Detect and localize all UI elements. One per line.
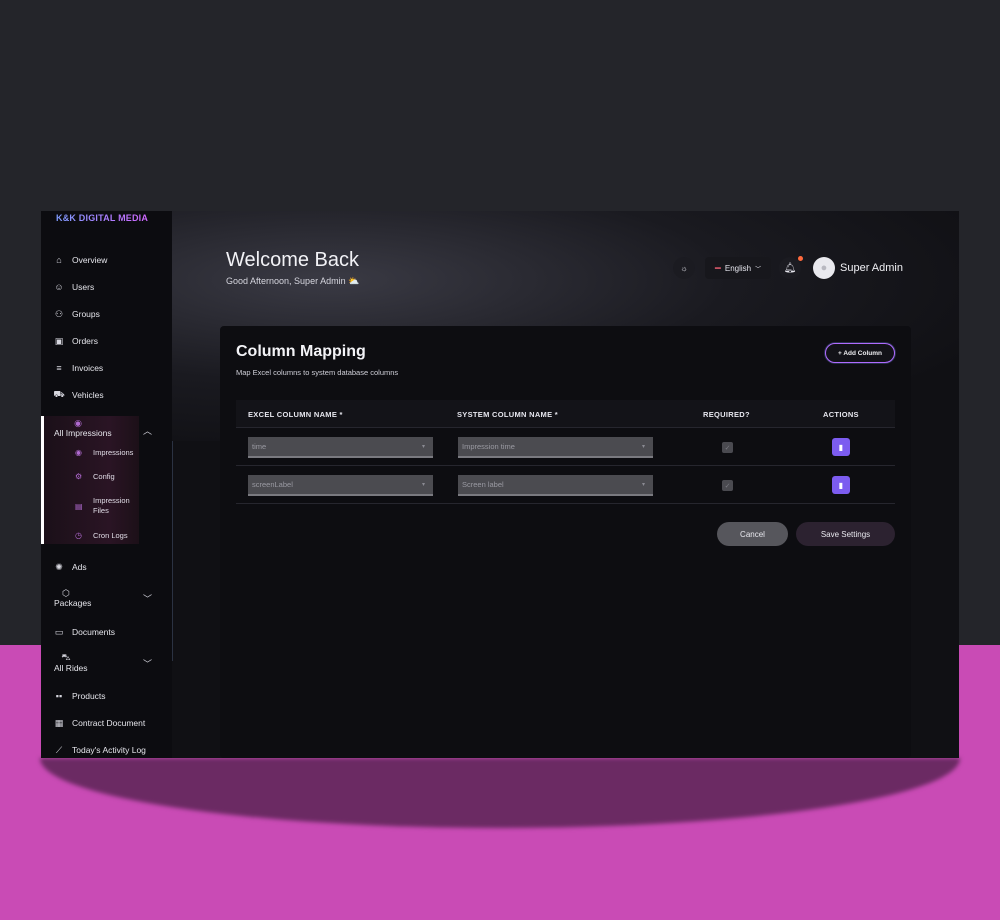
sidebar-item-label: Packages — [54, 598, 92, 608]
sidebar-item-label: Vehicles — [72, 390, 104, 400]
users-icon: ⚇ — [54, 308, 64, 319]
chart-icon: ⟋ — [55, 744, 63, 755]
table-header: EXCEL COLUMN NAME * SYSTEM COLUMN NAME *… — [236, 400, 895, 428]
brand-logo: K&K DIGITAL MEDIA — [56, 213, 149, 223]
sidebar-item-vehicles[interactable]: ⛟ Vehicles — [41, 384, 172, 406]
chevron-down-icon[interactable]: ﹀ — [143, 592, 152, 605]
table-row: time ▾ Impression time ▾ ✓ ▮ — [236, 428, 895, 466]
system-column-select[interactable]: Screen label ▾ — [458, 475, 653, 496]
chevron-down-icon: ▾ — [641, 482, 645, 488]
excel-column-select[interactable]: screenLabel ▾ — [248, 475, 433, 496]
user-name[interactable]: Super Admin — [840, 262, 903, 274]
clipboard-icon: ▣ — [54, 335, 64, 346]
sidebar-item-label: Groups — [72, 309, 100, 319]
avatar[interactable]: ● — [813, 257, 835, 279]
sidebar-item-ads[interactable]: ✺ Ads — [41, 556, 172, 578]
card-title: Column Mapping — [236, 343, 366, 360]
trash-icon: ▮ — [838, 442, 844, 452]
page-title: Welcome Back — [226, 249, 360, 271]
user-icon: ☺ — [54, 282, 64, 292]
column-header: SYSTEM COLUMN NAME * — [457, 410, 559, 419]
file-icon: ▤ — [75, 502, 83, 511]
column-mapping-card: Column Mapping Map Excel columns to syst… — [220, 326, 911, 758]
notifications-button[interactable]: 🔔︎ — [779, 257, 801, 279]
contract-icon: ▦ — [54, 717, 64, 728]
card-subtitle: Map Excel columns to system database col… — [236, 368, 399, 377]
sidebar-item-label: Contract Document — [72, 718, 146, 728]
sidebar-item-activity-log[interactable]: ⟋ Today's Activity Log — [41, 739, 172, 758]
chevron-down-icon: ▾ — [421, 482, 425, 488]
sidebar-item-label: Orders — [72, 336, 98, 346]
sidebar-item-users[interactable]: ☺ Users — [41, 276, 172, 298]
sidebar-item-label: Today's Activity Log — [72, 745, 146, 755]
sidebar-item-products[interactable]: ▪▪ Products — [41, 685, 172, 707]
chevron-down-icon: ﹀ — [755, 266, 762, 273]
language-label: English — [724, 263, 752, 273]
chevron-down-icon: ▾ — [421, 444, 425, 450]
required-checkbox[interactable]: ✓ — [722, 442, 733, 453]
chevron-up-icon[interactable]: ︿ — [143, 424, 152, 437]
sidebar-item-contract-document[interactable]: ▦ Contract Document — [41, 712, 172, 734]
excel-column-select[interactable]: time ▾ — [248, 437, 433, 458]
sidebar-item-label: Invoices — [72, 363, 104, 373]
document-icon: ▭ — [54, 626, 64, 637]
user-avatar-icon: ● — [820, 262, 828, 274]
sidebar-item-overview[interactable]: ⌂ Overview — [41, 249, 172, 271]
sidebar-item-label: Products — [72, 691, 106, 701]
eye-icon: ◉ — [75, 448, 82, 457]
system-column-select[interactable]: Impression time ▾ — [458, 437, 653, 458]
sidebar-item-all-rides[interactable]: ⛍ All Rides ﹀ — [41, 651, 172, 679]
column-header: EXCEL COLUMN NAME * — [248, 410, 343, 419]
sidebar-item-documents[interactable]: ▭ Documents — [41, 621, 172, 643]
gear-icon: ⚙ — [75, 472, 83, 481]
delete-row-button[interactable]: ▮ — [832, 438, 850, 456]
sidebar-item-label: Ads — [72, 562, 87, 572]
add-column-button[interactable]: + Add Column — [825, 343, 895, 363]
chevron-down-icon[interactable]: ﹀ — [143, 657, 152, 670]
car-front-icon: ⛍ — [61, 652, 71, 662]
sidebar-item-label: Documents — [72, 627, 115, 637]
delete-row-button[interactable]: ▮ — [832, 476, 850, 494]
flag-icon: ▬ — [714, 265, 721, 271]
theme-toggle-button[interactable]: ☼ — [673, 257, 695, 279]
box-icon: ⬡ — [62, 587, 70, 598]
notification-dot — [798, 256, 803, 261]
sidebar-item-all-impressions[interactable]: ◉ All Impressions ︿ — [41, 416, 172, 444]
sidebar-item-groups[interactable]: ⚇ Groups — [41, 303, 172, 325]
car-icon: ⛟ — [53, 389, 65, 399]
sidebar-item-label: Overview — [72, 255, 108, 265]
invoice-icon: ≡ — [56, 363, 62, 373]
table-row: screenLabel ▾ Screen label ▾ ✓ ▮ — [236, 466, 895, 504]
sidebar-item-invoices[interactable]: ≡ Invoices — [41, 357, 172, 379]
language-select[interactable]: ▬ English ﹀ — [705, 257, 771, 279]
ads-icon: ✺ — [55, 561, 63, 572]
sidebar-item-label: Users — [72, 282, 95, 292]
eye-icon: ◉ — [74, 417, 82, 428]
chevron-down-icon: ▾ — [641, 444, 645, 450]
sidebar-item-label: All Impressions — [54, 428, 112, 438]
sidebar-item-orders[interactable]: ▣ Orders — [41, 330, 172, 352]
trash-icon: ▮ — [838, 480, 844, 490]
cancel-button[interactable]: Cancel — [717, 522, 788, 546]
required-checkbox[interactable]: ✓ — [722, 480, 733, 491]
sidebar-item-packages[interactable]: ⬡ Packages ﹀ — [41, 586, 172, 614]
greeting-text: Good Afternoon, Super Admin ⛅ — [226, 276, 360, 286]
sidebar-item-label: All Rides — [54, 663, 88, 673]
app-window: K&K DIGITAL MEDIA ⌂ Overview ☺ Users ⚇ G… — [41, 211, 959, 758]
clock-icon: ◷ — [75, 531, 82, 540]
bell-icon: 🔔︎ — [783, 262, 797, 274]
grid-icon: ▪▪ — [55, 691, 63, 701]
column-header: REQUIRED? — [703, 410, 750, 419]
save-settings-button[interactable]: Save Settings — [796, 522, 895, 546]
sun-icon: ☼ — [680, 263, 688, 273]
sidebar: K&K DIGITAL MEDIA ⌂ Overview ☺ Users ⚇ G… — [41, 211, 173, 758]
column-header: ACTIONS — [823, 410, 859, 419]
home-icon: ⌂ — [56, 255, 62, 265]
